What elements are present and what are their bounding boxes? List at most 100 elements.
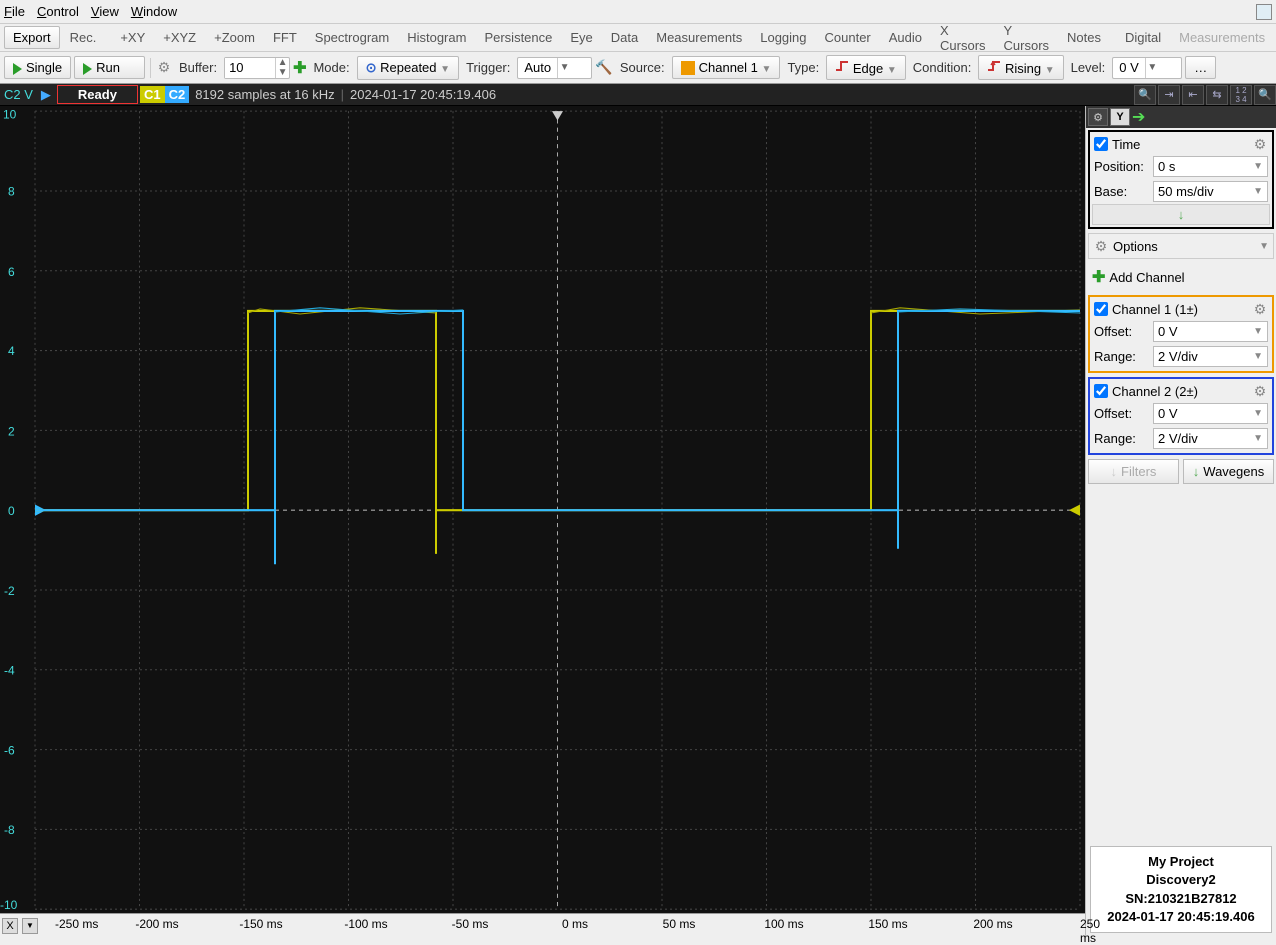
options-row[interactable]: ⚙ Options ▼	[1088, 233, 1274, 259]
source-select[interactable]: Channel 1 ▼	[672, 56, 781, 80]
svg-text:-4: -4	[4, 663, 15, 677]
ch2-offset-input[interactable]: 0 V▼	[1153, 403, 1268, 424]
trigger-marker-icon[interactable]	[552, 111, 563, 120]
level-input[interactable]: 0 V▼	[1112, 57, 1182, 79]
status-c1[interactable]: C1	[140, 86, 165, 103]
trigger-select[interactable]: Auto▼	[517, 57, 592, 79]
audio-button[interactable]: Audio	[881, 27, 930, 48]
ch2-range-input[interactable]: 2 V/div▼	[1153, 428, 1268, 449]
menu-view[interactable]: View	[91, 4, 119, 19]
time-enable-check[interactable]	[1094, 137, 1108, 151]
ch1-gear-icon[interactable]: ⚙	[1252, 301, 1268, 317]
ch2-range-label: Range:	[1094, 431, 1149, 446]
x-dropdown[interactable]: ▼	[22, 918, 38, 934]
zoom-icon[interactable]: 🔍	[1134, 85, 1156, 105]
svg-text:2: 2	[8, 424, 15, 438]
more-button[interactable]: …	[1185, 56, 1216, 79]
logging-button[interactable]: Logging	[752, 27, 814, 48]
options-gear-icon: ⚙	[1093, 238, 1109, 254]
menu-file[interactable]: FFileile	[4, 4, 25, 19]
time-base-input[interactable]: 50 ms/div▼	[1153, 181, 1268, 202]
svg-text:6: 6	[8, 265, 15, 279]
ch1-offset-input[interactable]: 0 V▼	[1153, 321, 1268, 342]
sidebar-arrow-icon[interactable]: ➔	[1132, 107, 1145, 127]
plus-icon: ✚	[1092, 267, 1105, 287]
time-expand-button[interactable]: ↓	[1092, 204, 1270, 225]
histogram-button[interactable]: Histogram	[399, 27, 474, 48]
rising-icon	[987, 59, 1001, 73]
buffer-input[interactable]: ▲▼	[224, 57, 290, 79]
ch1-enable-check[interactable]	[1094, 302, 1108, 316]
sidebar-y-button[interactable]: Y	[1110, 108, 1130, 126]
status-play-icon[interactable]: ▶	[37, 87, 55, 103]
zoom-button[interactable]: +Zoom	[206, 27, 263, 48]
svg-text:-6: -6	[4, 744, 15, 758]
fft-button[interactable]: FFT	[265, 27, 305, 48]
tool3-icon[interactable]: ⇆	[1206, 85, 1228, 105]
acquisition-toolbar: Single Run ⚙ Buffer: ▲▼ ✚ Mode: ⊙ Repeat…	[0, 52, 1276, 84]
condition-select[interactable]: Rising ▼	[978, 55, 1063, 80]
project-timestamp: 2024-01-17 20:45:19.406	[1097, 908, 1265, 926]
counter-button[interactable]: Counter	[817, 27, 879, 48]
eye-button[interactable]: Eye	[562, 27, 600, 48]
status-timestamp: 2024-01-17 20:45:19.406	[344, 87, 502, 102]
rec-button[interactable]: Rec.	[62, 27, 105, 48]
time-title: Time	[1112, 137, 1140, 152]
ch1-title: Channel 1 (1±)	[1112, 302, 1198, 317]
svg-text:0: 0	[8, 504, 15, 518]
ch1-range-input[interactable]: 2 V/div▼	[1153, 346, 1268, 367]
wavegens-button[interactable]: ↓Wavegens	[1183, 459, 1274, 484]
hammer-icon[interactable]: 🔨	[595, 59, 612, 76]
ch1-level-marker-icon[interactable]	[1069, 505, 1080, 516]
x-button[interactable]: X	[2, 918, 18, 934]
menu-control[interactable]: Control	[37, 4, 79, 19]
persistence-button[interactable]: Persistence	[476, 27, 560, 48]
ycursors-button[interactable]: Y Cursors	[996, 20, 1058, 56]
spectrogram-button[interactable]: Spectrogram	[307, 27, 397, 48]
xcursors-button[interactable]: X Cursors	[932, 20, 994, 56]
project-name: My Project	[1097, 853, 1265, 871]
time-position-input[interactable]: 0 s▼	[1153, 156, 1268, 177]
svg-text:-8: -8	[4, 823, 15, 837]
digital-button[interactable]: Digital	[1117, 27, 1169, 48]
time-position-label: Position:	[1094, 159, 1149, 174]
sidebar-gear-icon[interactable]: ⚙	[1088, 108, 1108, 126]
tool1-icon[interactable]: ⇥	[1158, 85, 1180, 105]
svg-text:-2: -2	[4, 584, 15, 598]
zoom2-icon[interactable]: 🔍	[1254, 85, 1276, 105]
plus-icon[interactable]: ✚	[293, 58, 306, 78]
status-right-tools: 🔍 ⇥ ⇤ ⇆ 1 23 4 🔍	[1134, 85, 1276, 105]
edge-icon	[835, 59, 849, 73]
export-button[interactable]: Export	[4, 26, 60, 49]
add-channel-button[interactable]: ✚ Add Channel	[1088, 263, 1274, 291]
source-label: Source:	[616, 60, 669, 75]
menu-bar: FFileile Control View Window	[0, 0, 1276, 24]
data-button[interactable]: Data	[603, 27, 646, 48]
yaxis-label: C2 V	[0, 87, 37, 102]
svg-text:10: 10	[3, 107, 17, 121]
gear-icon[interactable]: ⚙	[156, 60, 172, 76]
time-gear-icon[interactable]: ⚙	[1252, 136, 1268, 152]
buffer-label: Buffer:	[175, 60, 221, 75]
xy-button[interactable]: +XY	[112, 27, 153, 48]
play-icon	[83, 63, 92, 75]
ch2-enable-check[interactable]	[1094, 384, 1108, 398]
scope-plot[interactable]: 10 8 6 4 2 0 -2 -4 -6 -8 -10 X ▼ -250 ms…	[0, 106, 1085, 937]
single-button[interactable]: Single	[4, 56, 71, 79]
tool2-icon[interactable]: ⇤	[1182, 85, 1204, 105]
main-area: 10 8 6 4 2 0 -2 -4 -6 -8 -10 X ▼ -250 ms…	[0, 106, 1276, 937]
status-c2[interactable]: C2	[165, 86, 190, 103]
ch2-gear-icon[interactable]: ⚙	[1252, 383, 1268, 399]
svg-text:-10: -10	[0, 898, 18, 912]
channel1-panel: Channel 1 (1±) ⚙ Offset: 0 V▼ Range: 2 V…	[1088, 295, 1274, 373]
xyz-button[interactable]: +XYZ	[155, 27, 204, 48]
type-select[interactable]: Edge ▼	[826, 55, 906, 80]
tools-toolbar: Export Rec. +XY +XYZ +Zoom FFT Spectrogr…	[0, 24, 1276, 52]
tool4-icon[interactable]: 1 23 4	[1230, 85, 1252, 105]
maximize-icon[interactable]	[1256, 4, 1272, 20]
menu-window[interactable]: Window	[131, 4, 177, 19]
mode-select[interactable]: ⊙ Repeated ▼	[357, 56, 459, 80]
measurements-button[interactable]: Measurements	[648, 27, 750, 48]
run-button[interactable]: Run	[74, 56, 145, 79]
notes-button[interactable]: Notes	[1059, 27, 1109, 48]
